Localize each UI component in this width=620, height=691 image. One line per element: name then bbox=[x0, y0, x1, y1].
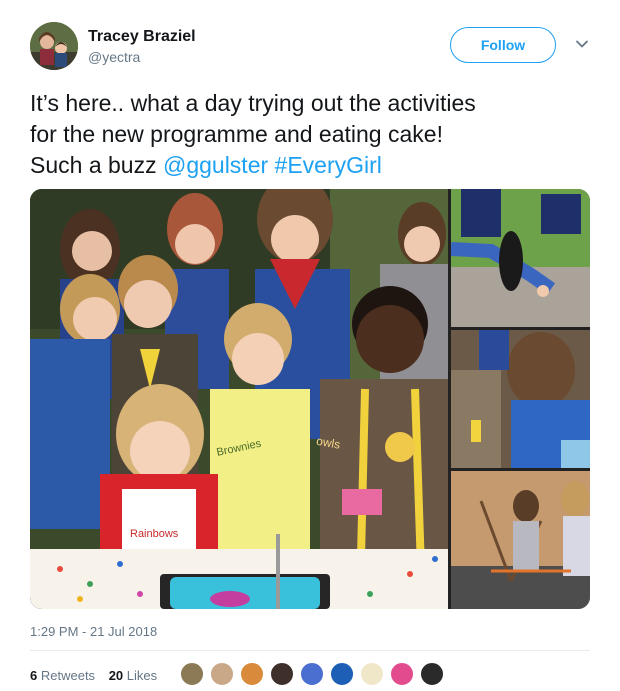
liker-avatar[interactable] bbox=[390, 662, 414, 686]
retweets-count: 6 bbox=[30, 668, 38, 683]
author-info: Tracey Braziel @yectra bbox=[88, 28, 196, 66]
likes-count: 20 bbox=[108, 668, 124, 683]
liker-avatar[interactable] bbox=[360, 662, 384, 686]
tweet-timestamp[interactable]: 1:29 PM - 21 Jul 2018 bbox=[30, 624, 157, 639]
author-name[interactable]: Tracey Braziel bbox=[88, 28, 196, 46]
liker-avatar[interactable] bbox=[420, 662, 444, 686]
media-photo-main[interactable]: Brownies Rainbows owls bbox=[30, 189, 448, 609]
tweet-text-line-1: It’s here.. what a day trying out the ac… bbox=[30, 90, 476, 116]
liker-avatar[interactable] bbox=[300, 662, 324, 686]
mention-link[interactable]: @ggulster bbox=[163, 152, 268, 178]
liker-avatar[interactable] bbox=[240, 662, 264, 686]
media-photo-2[interactable] bbox=[451, 189, 590, 327]
liker-avatar[interactable] bbox=[330, 662, 354, 686]
liker-avatar[interactable] bbox=[270, 662, 294, 686]
divider bbox=[30, 650, 590, 651]
likes-stat[interactable]: 20 Likes bbox=[109, 668, 157, 683]
tweet-stats: 6 Retweets 20 Likes bbox=[30, 668, 167, 683]
badge-rainbows: Rainbows bbox=[130, 528, 179, 540]
author-avatar[interactable] bbox=[30, 22, 78, 70]
retweets-stat[interactable]: 6 Retweets bbox=[30, 668, 95, 683]
author-handle[interactable]: @yectra bbox=[88, 48, 196, 66]
tweet-header: Tracey Braziel @yectra Follow bbox=[30, 22, 600, 72]
hashtag-link[interactable]: #EveryGirl bbox=[275, 152, 382, 178]
chevron-down-icon[interactable] bbox=[574, 36, 590, 52]
follow-button[interactable]: Follow bbox=[450, 27, 556, 63]
tweet-text-line-2: for the new programme and eating cake! bbox=[30, 121, 443, 147]
media-photo-4[interactable] bbox=[451, 471, 590, 609]
retweets-label: Retweets bbox=[40, 668, 96, 683]
media-photo-3[interactable] bbox=[451, 330, 590, 468]
tweet-text-line-3-prefix: Such a buzz bbox=[30, 152, 163, 178]
media-grid: Brownies Rainbows owls bbox=[30, 189, 590, 609]
liker-avatar[interactable] bbox=[210, 662, 234, 686]
liker-avatar[interactable] bbox=[180, 662, 204, 686]
tweet-text-line-3: Such a buzz @ggulster #EveryGirl bbox=[30, 150, 590, 181]
likes-label: Likes bbox=[126, 668, 158, 683]
tweet-text: It’s here.. what a day trying out the ac… bbox=[30, 88, 590, 181]
